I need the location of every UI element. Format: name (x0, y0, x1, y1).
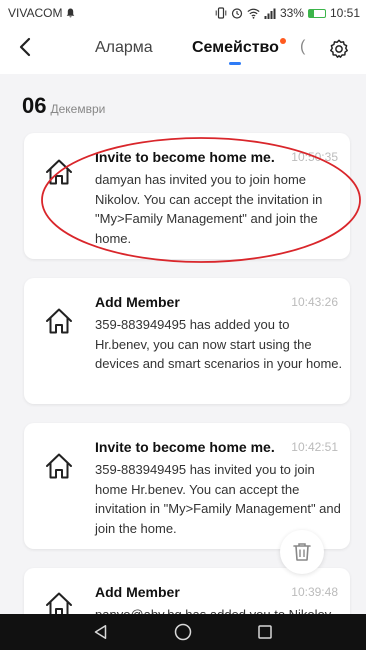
app-header: Аларма Семейство ( (0, 26, 366, 74)
nav-recents-button[interactable] (253, 620, 277, 644)
delete-button[interactable] (280, 530, 324, 574)
notification-time: 10:39:48 (291, 585, 338, 599)
signal-icon (264, 8, 276, 19)
home-icon (46, 308, 72, 334)
home-icon (46, 159, 72, 185)
nav-home-button[interactable] (171, 620, 195, 644)
trash-icon (293, 543, 311, 561)
date-month: Декември (50, 102, 106, 116)
tab-family[interactable]: Семейство (192, 38, 286, 57)
settings-gear-icon[interactable] (328, 38, 350, 60)
battery-percent: 33% (279, 6, 304, 20)
notification-time: 10:50:35 (291, 150, 338, 164)
date-day: 06 (22, 93, 47, 118)
notification-body: 359-883949495 has added you to Hr.benev,… (95, 317, 343, 371)
status-bar: VIVACOM 33% 10:51 (0, 0, 366, 26)
back-arrow-icon[interactable] (18, 36, 32, 62)
notification-time: 10:43:26 (291, 295, 338, 309)
status-right: 33% 10:51 (215, 6, 360, 20)
system-nav-bar (0, 614, 366, 650)
notification-bell-icon (67, 8, 75, 18)
battery-icon (307, 8, 326, 18)
home-icon (46, 453, 72, 479)
triangle-back-icon (94, 625, 107, 639)
nav-back-button[interactable] (89, 620, 113, 644)
wifi-icon (247, 8, 260, 19)
unread-dot (279, 38, 286, 44)
circle-home-icon (174, 623, 192, 641)
notification-body: damyan has invited you to join home Niko… (95, 172, 323, 246)
clock-time: 10:51 (329, 6, 360, 20)
status-left: VIVACOM (8, 6, 75, 20)
notification-title: Invite to become home me... (95, 439, 275, 455)
tab-family-label: Семейство (192, 39, 279, 56)
notification-title: Invite to become home me... (95, 149, 275, 165)
date-group-header: 06 Декември (22, 93, 105, 119)
carrier-name: VIVACOM (8, 6, 63, 20)
active-tab-indicator (229, 62, 241, 65)
notification-title: Add Member (95, 584, 180, 600)
square-recents-icon (258, 625, 272, 639)
alarm-clock-icon (231, 8, 243, 19)
tab-alarm[interactable]: Аларма (95, 39, 153, 57)
notification-card[interactable]: Add Member 10:43:26 359-883949495 has ad… (24, 278, 350, 404)
tab-overflow-indicator[interactable]: ( (300, 38, 305, 56)
notification-body: 359-883949495 has invited you to join ho… (95, 462, 341, 536)
vibrate-icon (215, 7, 227, 19)
notification-time: 10:42:51 (291, 440, 338, 454)
notification-title: Add Member (95, 294, 180, 310)
notification-card[interactable]: Invite to become home me... 10:50:35 dam… (24, 133, 350, 259)
